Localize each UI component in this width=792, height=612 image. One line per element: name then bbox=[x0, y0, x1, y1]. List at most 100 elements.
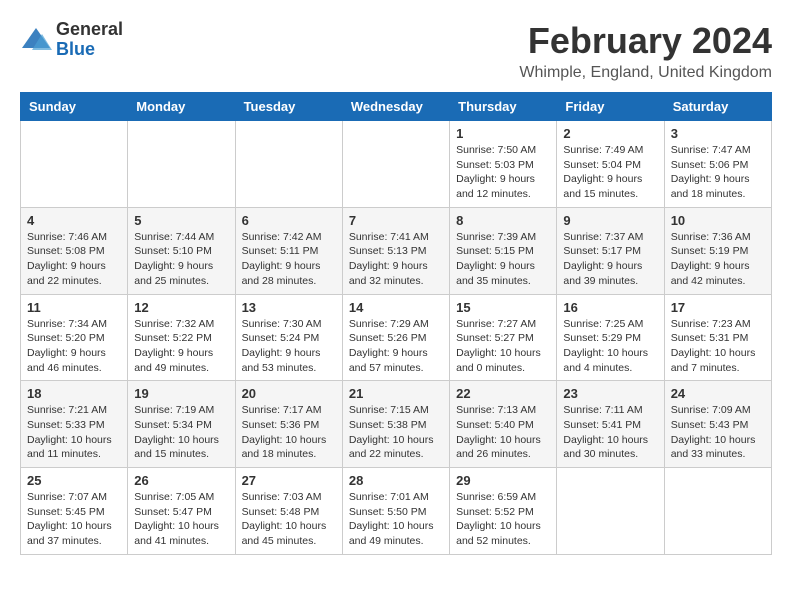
day-info: Sunrise: 7:36 AM Sunset: 5:19 PM Dayligh… bbox=[671, 230, 765, 289]
table-cell: 28 Sunrise: 7:01 AM Sunset: 5:50 PM Dayli… bbox=[342, 468, 449, 555]
table-cell: 2 Sunrise: 7:49 AM Sunset: 5:04 PM Daylig… bbox=[557, 121, 664, 208]
week-row-5: 25Sunrise: 7:07 AM Sunset: 5:45 PM Dayli… bbox=[21, 468, 772, 555]
day-info: Sunrise: 7:27 AM Sunset: 5:27 PM Dayligh… bbox=[456, 317, 550, 376]
table-cell bbox=[664, 468, 771, 555]
table-cell: 9Sunrise: 7:37 AM Sunset: 5:17 PM Daylig… bbox=[557, 207, 664, 294]
table-cell: 3 Sunrise: 7:47 AM Sunset: 5:06 PM Daylig… bbox=[664, 121, 771, 208]
header: General Blue February 2024 Whimple, Engl… bbox=[20, 20, 772, 82]
table-cell: 27Sunrise: 7:03 AM Sunset: 5:48 PM Dayli… bbox=[235, 468, 342, 555]
col-sunday: Sunday bbox=[21, 93, 128, 121]
day-info: Sunrise: 7:25 AM Sunset: 5:29 PM Dayligh… bbox=[563, 317, 657, 376]
day-number: 16 bbox=[563, 300, 657, 315]
col-thursday: Thursday bbox=[450, 93, 557, 121]
day-info: Sunrise: 7:47 AM Sunset: 5:06 PM Dayligh… bbox=[671, 143, 765, 202]
day-number: 21 bbox=[349, 386, 443, 401]
day-info: Sunrise: 7:34 AM Sunset: 5:20 PM Dayligh… bbox=[27, 317, 121, 376]
day-info: Sunrise: 7:42 AM Sunset: 5:11 PM Dayligh… bbox=[242, 230, 336, 289]
day-info: Sunrise: 7:41 AM Sunset: 5:13 PM Dayligh… bbox=[349, 230, 443, 289]
table-cell: 26Sunrise: 7:05 AM Sunset: 5:47 PM Dayli… bbox=[128, 468, 235, 555]
day-number: 28 bbox=[349, 473, 443, 488]
day-number: 6 bbox=[242, 213, 336, 228]
day-number: 5 bbox=[134, 213, 228, 228]
title-section: February 2024 Whimple, England, United K… bbox=[519, 20, 772, 82]
table-cell: 24 Sunrise: 7:09 AM Sunset: 5:43 PM Dayli… bbox=[664, 381, 771, 468]
logo-text: General Blue bbox=[56, 20, 123, 60]
day-number: 7 bbox=[349, 213, 443, 228]
table-cell bbox=[128, 121, 235, 208]
day-number: 14 bbox=[349, 300, 443, 315]
day-number: 10 bbox=[671, 213, 765, 228]
day-number: 3 bbox=[671, 126, 765, 141]
location-subtitle: Whimple, England, United Kingdom bbox=[519, 64, 772, 82]
table-cell: 25Sunrise: 7:07 AM Sunset: 5:45 PM Dayli… bbox=[21, 468, 128, 555]
day-info: Sunrise: 7:39 AM Sunset: 5:15 PM Dayligh… bbox=[456, 230, 550, 289]
day-number: 27 bbox=[242, 473, 336, 488]
col-wednesday: Wednesday bbox=[342, 93, 449, 121]
day-info: Sunrise: 7:44 AM Sunset: 5:10 PM Dayligh… bbox=[134, 230, 228, 289]
day-info: Sunrise: 7:15 AM Sunset: 5:38 PM Dayligh… bbox=[349, 403, 443, 462]
table-cell: 16 Sunrise: 7:25 AM Sunset: 5:29 PM Dayli… bbox=[557, 294, 664, 381]
day-number: 12 bbox=[134, 300, 228, 315]
day-number: 24 bbox=[671, 386, 765, 401]
table-cell: 12 Sunrise: 7:32 AM Sunset: 5:22 PM Dayli… bbox=[128, 294, 235, 381]
table-cell: 29 Sunrise: 6:59 AM Sunset: 5:52 PM Dayli… bbox=[450, 468, 557, 555]
day-number: 2 bbox=[563, 126, 657, 141]
day-info: Sunrise: 7:50 AM Sunset: 5:03 PM Dayligh… bbox=[456, 143, 550, 202]
table-cell bbox=[557, 468, 664, 555]
day-info: Sunrise: 7:19 AM Sunset: 5:34 PM Dayligh… bbox=[134, 403, 228, 462]
day-number: 29 bbox=[456, 473, 550, 488]
day-info: Sunrise: 7:11 AM Sunset: 5:41 PM Dayligh… bbox=[563, 403, 657, 462]
day-number: 4 bbox=[27, 213, 121, 228]
day-number: 13 bbox=[242, 300, 336, 315]
table-cell bbox=[235, 121, 342, 208]
day-number: 19 bbox=[134, 386, 228, 401]
table-cell: 20 Sunrise: 7:17 AM Sunset: 5:36 PM Dayli… bbox=[235, 381, 342, 468]
day-number: 18 bbox=[27, 386, 121, 401]
day-number: 17 bbox=[671, 300, 765, 315]
day-info: Sunrise: 6:59 AM Sunset: 5:52 PM Dayligh… bbox=[456, 490, 550, 549]
day-number: 22 bbox=[456, 386, 550, 401]
day-number: 20 bbox=[242, 386, 336, 401]
week-row-1: 1 Sunrise: 7:50 AM Sunset: 5:03 PM Daylig… bbox=[21, 121, 772, 208]
logo-icon bbox=[20, 26, 52, 54]
table-cell: 13 Sunrise: 7:30 AM Sunset: 5:24 PM Dayli… bbox=[235, 294, 342, 381]
day-info: Sunrise: 7:07 AM Sunset: 5:45 PM Dayligh… bbox=[27, 490, 121, 549]
table-cell: 18Sunrise: 7:21 AM Sunset: 5:33 PM Dayli… bbox=[21, 381, 128, 468]
day-info: Sunrise: 7:29 AM Sunset: 5:26 PM Dayligh… bbox=[349, 317, 443, 376]
table-cell: 1 Sunrise: 7:50 AM Sunset: 5:03 PM Daylig… bbox=[450, 121, 557, 208]
day-number: 23 bbox=[563, 386, 657, 401]
day-number: 11 bbox=[27, 300, 121, 315]
day-number: 26 bbox=[134, 473, 228, 488]
day-info: Sunrise: 7:17 AM Sunset: 5:36 PM Dayligh… bbox=[242, 403, 336, 462]
col-monday: Monday bbox=[128, 93, 235, 121]
table-cell: 19 Sunrise: 7:19 AM Sunset: 5:34 PM Dayli… bbox=[128, 381, 235, 468]
table-cell: 22Sunrise: 7:13 AM Sunset: 5:40 PM Dayli… bbox=[450, 381, 557, 468]
table-cell: 5 Sunrise: 7:44 AM Sunset: 5:10 PM Daylig… bbox=[128, 207, 235, 294]
week-row-3: 11 Sunrise: 7:34 AM Sunset: 5:20 PM Dayli… bbox=[21, 294, 772, 381]
table-cell: 14 Sunrise: 7:29 AM Sunset: 5:26 PM Dayli… bbox=[342, 294, 449, 381]
table-cell: 21 Sunrise: 7:15 AM Sunset: 5:38 PM Dayli… bbox=[342, 381, 449, 468]
month-title: February 2024 bbox=[519, 20, 772, 62]
day-info: Sunrise: 7:01 AM Sunset: 5:50 PM Dayligh… bbox=[349, 490, 443, 549]
table-cell bbox=[342, 121, 449, 208]
header-row: Sunday Monday Tuesday Wednesday Thursday… bbox=[21, 93, 772, 121]
col-saturday: Saturday bbox=[664, 93, 771, 121]
day-info: Sunrise: 7:09 AM Sunset: 5:43 PM Dayligh… bbox=[671, 403, 765, 462]
day-number: 8 bbox=[456, 213, 550, 228]
day-info: Sunrise: 7:37 AM Sunset: 5:17 PM Dayligh… bbox=[563, 230, 657, 289]
day-number: 1 bbox=[456, 126, 550, 141]
col-tuesday: Tuesday bbox=[235, 93, 342, 121]
day-info: Sunrise: 7:46 AM Sunset: 5:08 PM Dayligh… bbox=[27, 230, 121, 289]
col-friday: Friday bbox=[557, 93, 664, 121]
day-info: Sunrise: 7:30 AM Sunset: 5:24 PM Dayligh… bbox=[242, 317, 336, 376]
table-cell: 4 Sunrise: 7:46 AM Sunset: 5:08 PM Daylig… bbox=[21, 207, 128, 294]
logo: General Blue bbox=[20, 20, 123, 60]
table-cell: 6 Sunrise: 7:42 AM Sunset: 5:11 PM Daylig… bbox=[235, 207, 342, 294]
week-row-2: 4 Sunrise: 7:46 AM Sunset: 5:08 PM Daylig… bbox=[21, 207, 772, 294]
calendar-body: 1 Sunrise: 7:50 AM Sunset: 5:03 PM Daylig… bbox=[21, 121, 772, 555]
day-info: Sunrise: 7:49 AM Sunset: 5:04 PM Dayligh… bbox=[563, 143, 657, 202]
day-number: 15 bbox=[456, 300, 550, 315]
day-info: Sunrise: 7:32 AM Sunset: 5:22 PM Dayligh… bbox=[134, 317, 228, 376]
logo-general-text: General bbox=[56, 20, 123, 40]
table-cell: 23 Sunrise: 7:11 AM Sunset: 5:41 PM Dayli… bbox=[557, 381, 664, 468]
